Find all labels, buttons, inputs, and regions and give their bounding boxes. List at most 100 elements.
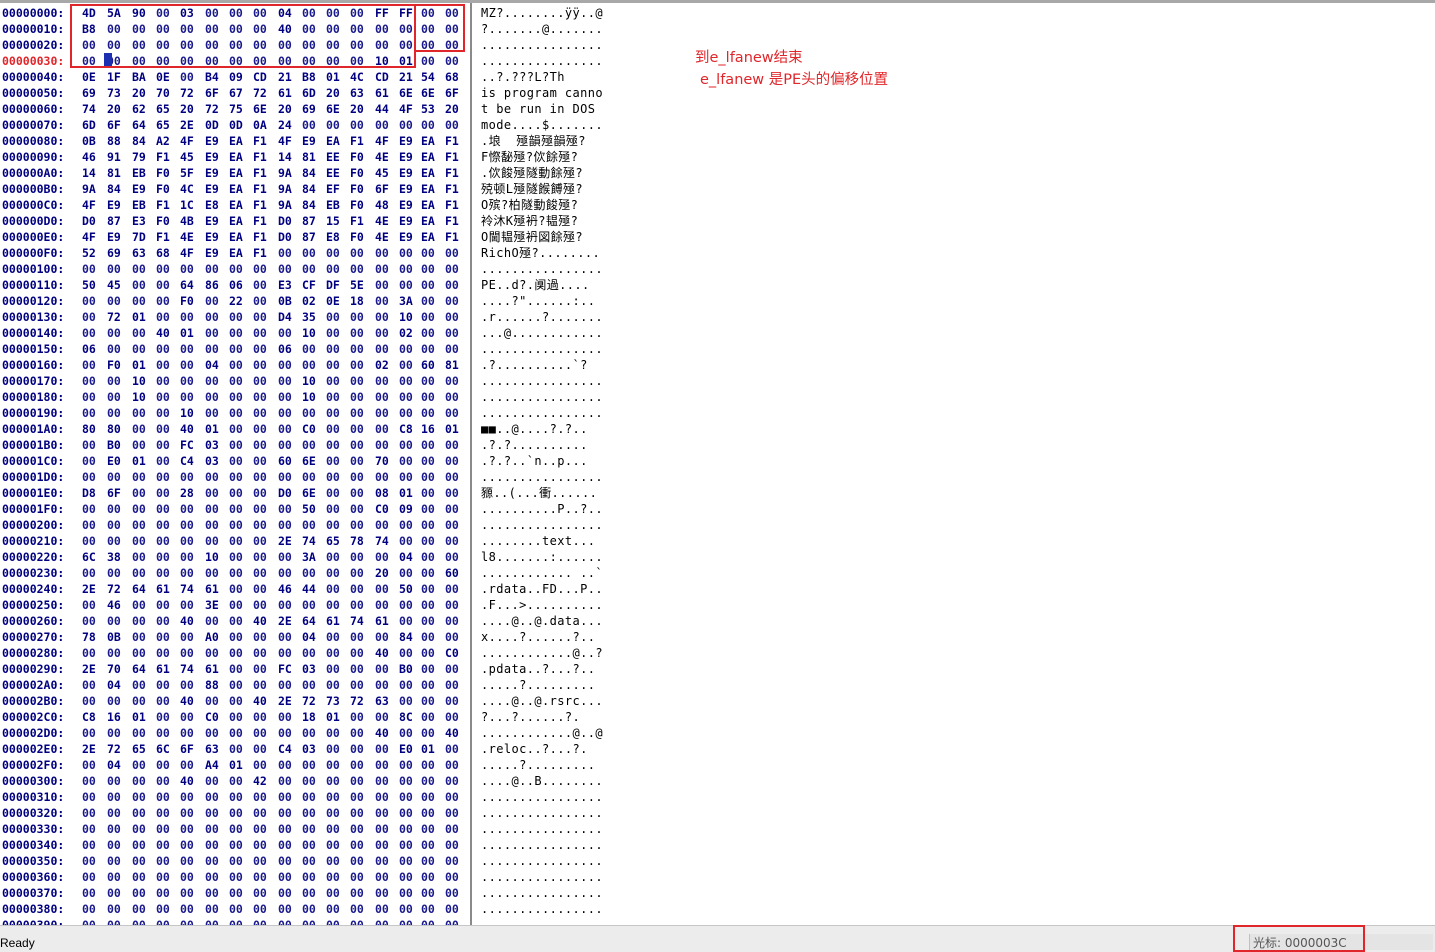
hex-byte[interactable]: 00 [229, 565, 245, 581]
hex-byte[interactable]: 44 [375, 101, 391, 117]
hex-byte[interactable]: 0E [326, 293, 342, 309]
hex-byte[interactable]: 00 [302, 885, 318, 901]
hex-byte[interactable]: 00 [421, 53, 437, 69]
hex-byte[interactable]: 00 [205, 693, 221, 709]
hex-byte[interactable]: 00 [132, 789, 148, 805]
hex-byte[interactable]: 00 [421, 517, 437, 533]
hex-byte[interactable]: 00 [156, 757, 172, 773]
hex-byte[interactable]: 00 [326, 789, 342, 805]
hex-byte[interactable]: 64 [302, 613, 318, 629]
hex-byte[interactable]: 74 [82, 101, 98, 117]
hex-row[interactable]: 000002E0: 2E 72 65 6C 6F 63 00 00 C4 03 00 00 00 E0 01 0… [0, 741, 470, 757]
hex-byte[interactable]: 00 [156, 453, 172, 469]
hex-byte[interactable]: 00 [445, 453, 461, 469]
hex-byte[interactable]: 00 [205, 725, 221, 741]
hex-byte[interactable]: 00 [205, 261, 221, 277]
hex-row[interactable]: 00000350: 00 00 00 00 00 00 00 00 00 00 00 00 00 00 00 0… [0, 853, 470, 869]
hex-byte[interactable]: 00 [156, 805, 172, 821]
hex-byte[interactable]: 00 [253, 629, 269, 645]
hex-byte[interactable]: 00 [445, 549, 461, 565]
hex-byte[interactable]: 00 [205, 805, 221, 821]
hex-byte[interactable]: 88 [205, 677, 221, 693]
hex-byte[interactable]: 00 [278, 853, 294, 869]
ascii-row[interactable]: ................ [472, 389, 612, 405]
hex-byte[interactable]: 14 [82, 165, 98, 181]
ascii-row[interactable]: .....?......... [472, 677, 612, 693]
hex-byte[interactable]: 00 [229, 645, 245, 661]
hex-row[interactable]: 00000140: 00 00 00 40 01 00 00 00 00 10 00 00 00 02 00 0… [0, 325, 470, 341]
hex-byte[interactable]: 00 [132, 869, 148, 885]
hex-byte[interactable]: 45 [180, 149, 196, 165]
hex-byte[interactable]: 00 [156, 677, 172, 693]
hex-byte[interactable]: 04 [107, 677, 123, 693]
hex-byte[interactable]: EE [326, 149, 342, 165]
hex-byte[interactable]: 00 [375, 469, 391, 485]
ascii-row[interactable]: ................ [472, 853, 612, 869]
hex-row[interactable]: 000001D0: 00 00 00 00 00 00 00 00 00 00 00 00 00 00 00 0… [0, 469, 470, 485]
hex-byte[interactable]: 00 [445, 821, 461, 837]
hex-byte[interactable]: 00 [229, 901, 245, 917]
hex-byte[interactable]: 50 [302, 501, 318, 517]
hex-byte[interactable]: F0 [350, 165, 366, 181]
hex-byte[interactable]: 00 [132, 837, 148, 853]
hex-byte[interactable]: 00 [302, 917, 318, 925]
hex-byte[interactable]: 00 [107, 837, 123, 853]
hex-byte[interactable]: E8 [205, 197, 221, 213]
hex-byte[interactable]: 00 [421, 389, 437, 405]
hex-byte[interactable]: 10 [205, 549, 221, 565]
hex-byte[interactable]: 00 [302, 341, 318, 357]
hex-row[interactable]: 000001F0: 00 00 00 00 00 00 00 00 00 50 00 00 C0 09 00 0… [0, 501, 470, 517]
hex-byte[interactable]: 00 [350, 517, 366, 533]
hex-byte[interactable]: E9 [302, 133, 318, 149]
hex-byte[interactable]: 40 [156, 325, 172, 341]
hex-byte[interactable]: 00 [326, 885, 342, 901]
hex-byte[interactable]: 00 [445, 389, 461, 405]
hex-byte[interactable]: 00 [302, 357, 318, 373]
hex-byte[interactable]: 00 [156, 341, 172, 357]
ascii-row[interactable]: .....?......... [472, 757, 612, 773]
hex-byte[interactable]: 09 [229, 69, 245, 85]
hex-byte[interactable]: 00 [132, 645, 148, 661]
hex-row[interactable]: 000000E0: 4F E9 7D F1 4E E9 EA F1 D0 87 E8 F0 4E E9 EA F… [0, 229, 470, 245]
hex-byte[interactable]: 00 [180, 357, 196, 373]
hex-byte[interactable]: 10 [180, 405, 196, 421]
hex-byte[interactable]: F1 [253, 245, 269, 261]
hex-byte[interactable]: 00 [205, 869, 221, 885]
hex-byte[interactable]: 00 [107, 693, 123, 709]
hex-byte[interactable]: 2E [82, 661, 98, 677]
ascii-row[interactable]: ................ [472, 53, 612, 69]
hex-byte[interactable]: 00 [132, 853, 148, 869]
hex-byte[interactable]: 00 [375, 677, 391, 693]
hex-byte[interactable]: 21 [399, 69, 415, 85]
hex-row[interactable]: 000000C0: 4F E9 EB F1 1C E8 EA F1 9A 84 EB F0 48 E9 EA F… [0, 197, 470, 213]
hex-byte[interactable]: B8 [302, 69, 318, 85]
ascii-row[interactable]: ............ ..` [472, 565, 612, 581]
ascii-row[interactable]: ................ [472, 517, 612, 533]
hex-byte[interactable]: 00 [278, 917, 294, 925]
hex-row[interactable]: 00000120: 00 00 00 00 F0 00 22 00 0B 02 0E 18 00 3A 00 0… [0, 293, 470, 309]
hex-byte[interactable]: 00 [278, 517, 294, 533]
hex-byte[interactable]: 00 [107, 469, 123, 485]
ascii-pane[interactable]: MZ?........ÿÿ..@ ?.......@...............… [472, 3, 612, 925]
hex-byte[interactable]: 00 [399, 901, 415, 917]
hex-byte[interactable]: 00 [229, 325, 245, 341]
hex-byte[interactable]: 00 [421, 917, 437, 925]
hex-byte[interactable]: 0B [107, 629, 123, 645]
hex-byte[interactable]: 00 [180, 389, 196, 405]
hex-byte[interactable]: 00 [302, 565, 318, 581]
hex-byte[interactable]: F1 [445, 149, 461, 165]
hex-row[interactable]: 000002F0: 00 04 00 00 00 A4 01 00 00 00 00 00 00 00 00 0… [0, 757, 470, 773]
hex-byte[interactable]: 00 [132, 725, 148, 741]
hex-byte[interactable]: 00 [399, 677, 415, 693]
hex-row[interactable]: 00000220: 6C 38 00 00 00 10 00 00 00 3A 00 00 00 04 00 0… [0, 549, 470, 565]
hex-row[interactable]: 000000A0: 14 81 EB F0 5F E9 EA F1 9A 84 EE F0 45 E9 EA F… [0, 165, 470, 181]
hex-byte[interactable]: 00 [229, 917, 245, 925]
hex-byte[interactable]: 00 [445, 709, 461, 725]
hex-row[interactable]: 000001B0: 00 B0 00 00 FC 03 00 00 00 00 00 00 00 00 00 0… [0, 437, 470, 453]
hex-byte[interactable]: 00 [229, 373, 245, 389]
hex-byte[interactable]: 50 [82, 277, 98, 293]
hex-row[interactable]: 00000130: 00 72 01 00 00 00 00 00 D4 35 00 00 00 10 00 0… [0, 309, 470, 325]
hex-byte[interactable]: 00 [107, 405, 123, 421]
hex-byte[interactable]: 00 [156, 837, 172, 853]
hex-byte[interactable]: 00 [421, 869, 437, 885]
